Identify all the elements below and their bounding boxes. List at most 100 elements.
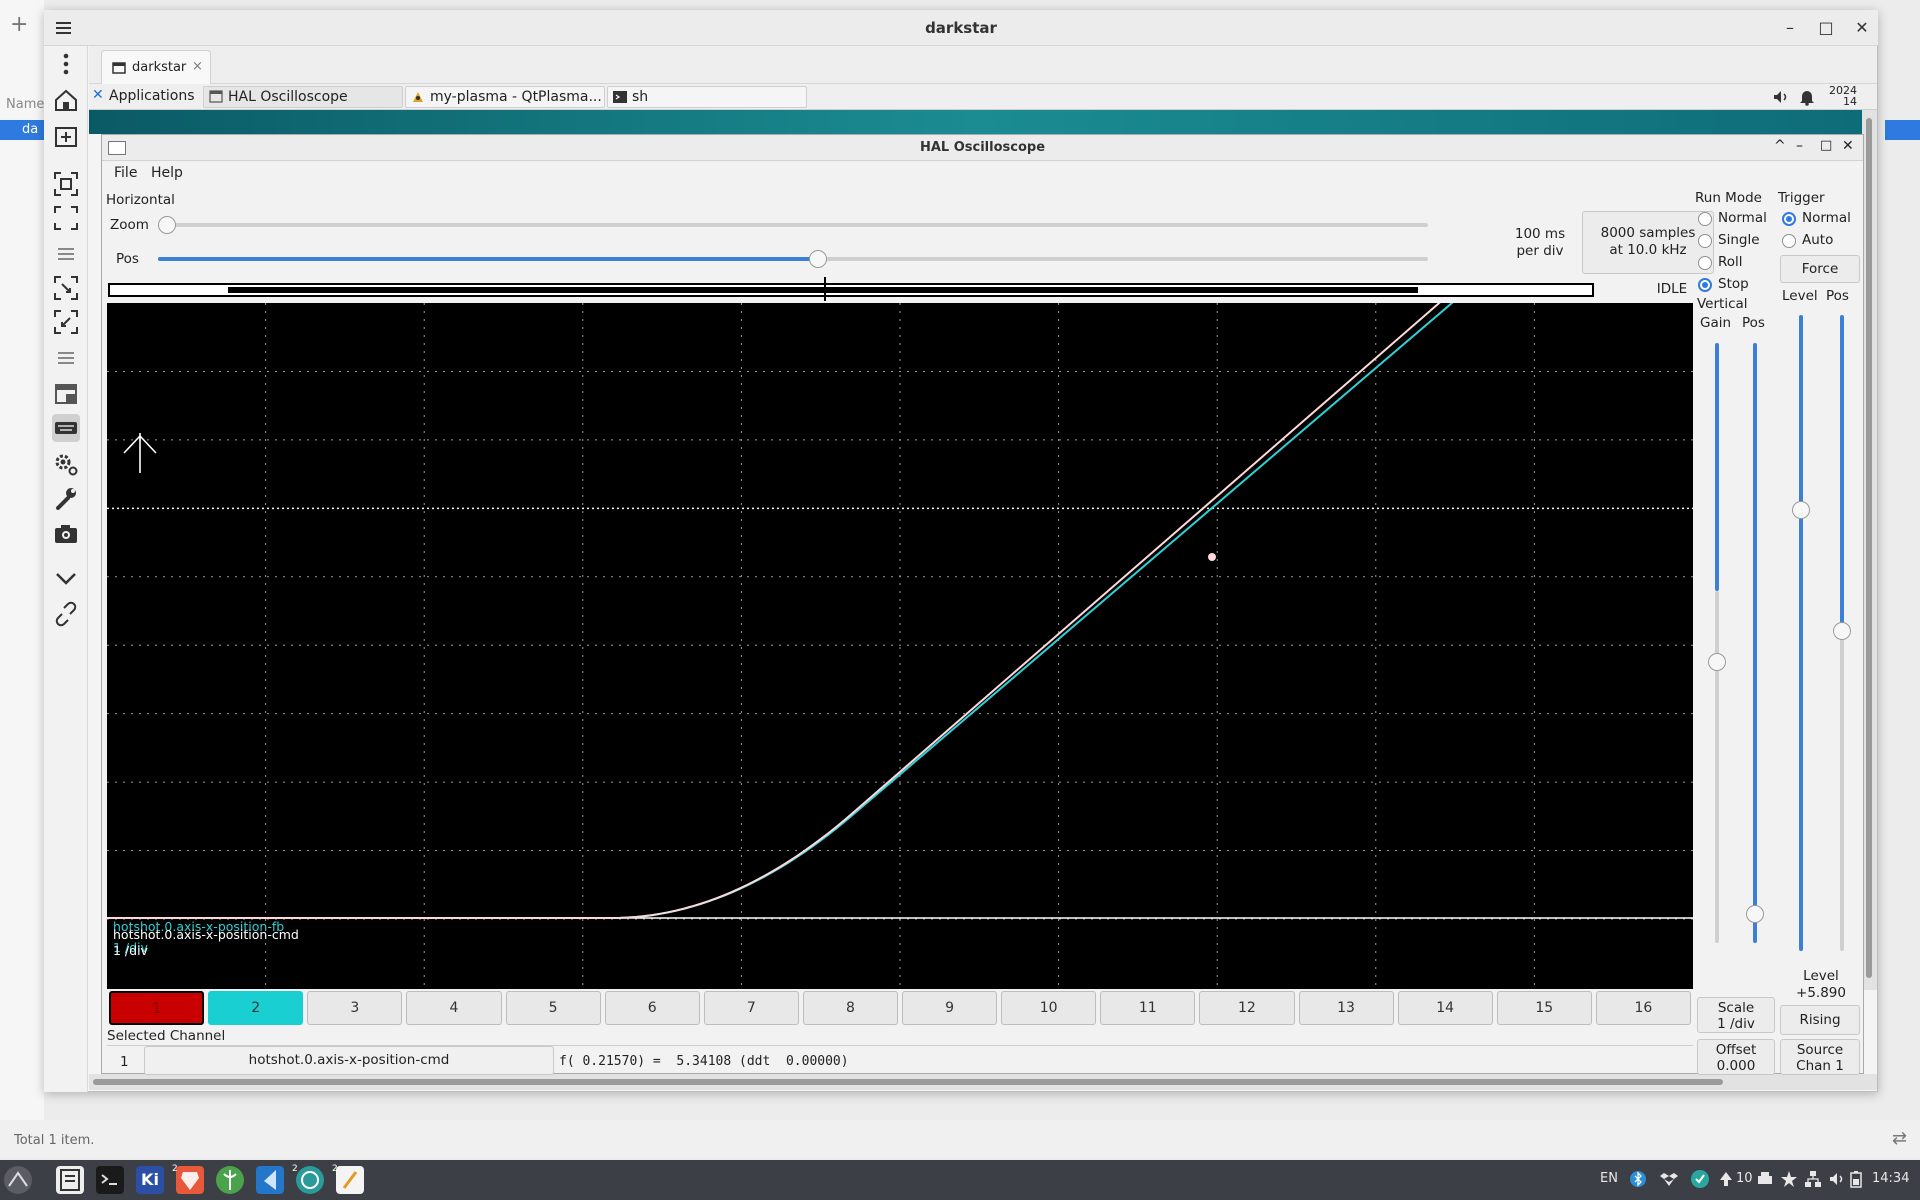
notification-bell-icon[interactable] <box>1798 88 1816 106</box>
channel-button-6[interactable]: 6 <box>604 991 700 1025</box>
runmode-normal-radio[interactable] <box>1698 212 1712 226</box>
vertical-gain-slider[interactable] <box>1715 343 1719 591</box>
text-editor-icon[interactable] <box>336 1166 364 1194</box>
volume-icon[interactable] <box>1772 88 1790 106</box>
applications-menu[interactable]: ✕ Applications <box>89 86 199 108</box>
fullscreen-icon[interactable] <box>52 204 80 232</box>
task-hal-oscilloscope[interactable]: HAL Oscilloscope <box>203 86 403 108</box>
outer-scrollbar[interactable] <box>1862 110 1877 990</box>
runmode-normal[interactable]: Normal <box>1698 210 1778 228</box>
zoom-slider[interactable] <box>158 215 1428 235</box>
home-icon[interactable] <box>52 86 80 114</box>
channel-button-5[interactable]: 5 <box>505 991 601 1025</box>
panel-clock[interactable]: 2024 14 <box>1829 85 1857 107</box>
outer-scrollbar-thumb[interactable] <box>1866 118 1872 978</box>
trigger-normal-radio[interactable] <box>1782 212 1796 226</box>
vertical-pos-slider[interactable] <box>1753 343 1757 943</box>
channel-button-3[interactable]: 3 <box>307 991 403 1025</box>
record-position-bar[interactable] <box>108 277 1594 301</box>
battery-icon[interactable] <box>1850 1170 1862 1188</box>
maximize-icon[interactable]: □ <box>1814 16 1838 40</box>
cursor-marker[interactable] <box>1208 553 1216 561</box>
vertical-pos-knob[interactable] <box>1746 905 1764 923</box>
channel-button-15[interactable]: 15 <box>1496 991 1592 1025</box>
close-icon[interactable]: ✕ <box>1850 16 1874 40</box>
vertical-offset-button[interactable]: Offset 0.000 <box>1697 1039 1775 1075</box>
trigger-level-slider[interactable] <box>1799 315 1803 951</box>
samples-button[interactable]: 8000 samples at 10.0 kHz <box>1582 211 1714 274</box>
trigger-arrow-icon[interactable] <box>123 433 157 473</box>
task-my-plasma[interactable]: my-plasma - QtPlasma... <box>405 86 605 108</box>
wrench-icon[interactable] <box>52 484 80 512</box>
vertical-gain-knob[interactable] <box>1708 653 1726 671</box>
task-sh[interactable]: sh <box>607 86 807 108</box>
scale-down-icon[interactable] <box>52 274 80 302</box>
trigger-pos-knob[interactable] <box>1833 622 1851 640</box>
dropbox-icon[interactable] <box>1660 1170 1678 1188</box>
keyboard-icon[interactable] <box>52 414 80 442</box>
pos-slider[interactable] <box>158 249 1428 269</box>
channel-button-14[interactable]: 14 <box>1397 991 1493 1025</box>
brave-browser-icon[interactable] <box>176 1166 204 1194</box>
trigger-auto[interactable]: Auto <box>1782 232 1862 250</box>
runmode-single[interactable]: Single <box>1698 232 1778 250</box>
remmina-icon[interactable] <box>296 1166 324 1194</box>
menu-lines-icon[interactable] <box>52 344 80 372</box>
bluetooth-icon[interactable] <box>1630 1170 1646 1188</box>
star-icon[interactable] <box>1780 1170 1798 1188</box>
sync-icon[interactable] <box>1690 1169 1710 1189</box>
trigger-level-knob[interactable] <box>1792 501 1810 519</box>
runmode-stop[interactable]: Stop <box>1698 276 1778 294</box>
kicad-icon[interactable]: Ki <box>136 1166 164 1194</box>
channel-button-12[interactable]: 12 <box>1199 991 1295 1025</box>
volume-icon[interactable] <box>1828 1170 1846 1188</box>
channel-button-4[interactable]: 4 <box>406 991 502 1025</box>
swap-icon[interactable]: ⇄ <box>1892 1128 1907 1149</box>
new-tab-icon[interactable]: + <box>10 12 28 37</box>
settings-gears-icon[interactable] <box>52 450 80 478</box>
more-vertical-icon[interactable] <box>52 50 80 78</box>
trigger-source-button[interactable]: Source Chan 1 <box>1780 1039 1860 1075</box>
trigger-edge-button[interactable]: Rising <box>1780 1005 1860 1035</box>
disconnect-icon[interactable] <box>52 600 80 628</box>
network-icon[interactable] <box>1804 1170 1822 1188</box>
minimize-icon[interactable]: – <box>1796 138 1803 154</box>
channel-button-13[interactable]: 13 <box>1298 991 1394 1025</box>
selected-channel-name-button[interactable]: hotshot.0.axis-x-position-cmd <box>144 1046 554 1075</box>
scope-plot[interactable] <box>107 303 1693 989</box>
start-menu-icon[interactable] <box>4 1166 32 1194</box>
outer-hscrollbar-thumb[interactable] <box>93 1079 1723 1085</box>
channel-button-7[interactable]: 7 <box>703 991 799 1025</box>
channel-button-2[interactable]: 2 <box>208 991 304 1025</box>
fit-window-icon[interactable] <box>52 170 80 198</box>
channel-button-10[interactable]: 10 <box>1001 991 1097 1025</box>
plasma-app-icon[interactable] <box>216 1166 244 1194</box>
add-window-icon[interactable] <box>52 122 80 150</box>
menu-help[interactable]: Help <box>151 165 183 181</box>
channel-button-16[interactable]: 16 <box>1595 991 1691 1025</box>
channel-button-11[interactable]: 11 <box>1100 991 1196 1025</box>
shade-icon[interactable]: ^ <box>1774 138 1786 154</box>
trigger-normal[interactable]: Normal <box>1782 210 1862 228</box>
runmode-roll-radio[interactable] <box>1698 256 1712 270</box>
pos-slider-knob[interactable] <box>809 250 828 268</box>
runmode-stop-radio[interactable] <box>1698 278 1712 292</box>
vscode-icon[interactable] <box>256 1166 284 1194</box>
zoom-slider-knob[interactable] <box>158 216 176 234</box>
file-manager-icon[interactable] <box>56 1166 84 1194</box>
runmode-roll[interactable]: Roll <box>1698 254 1778 272</box>
force-button[interactable]: Force <box>1780 255 1860 283</box>
trigger-pos-slider[interactable] <box>1840 315 1844 631</box>
tab-darkstar[interactable]: darkstar × <box>101 50 211 84</box>
terminal-icon[interactable] <box>96 1166 124 1194</box>
chevron-down-icon[interactable] <box>52 564 80 592</box>
channel-button-8[interactable]: 8 <box>802 991 898 1025</box>
maximize-icon[interactable]: □ <box>1820 138 1832 153</box>
channel-button-1[interactable]: 1 <box>109 991 205 1025</box>
runmode-single-radio[interactable] <box>1698 234 1712 248</box>
minimize-icon[interactable]: – <box>1778 16 1802 40</box>
printer-icon[interactable] <box>1756 1170 1774 1188</box>
channel-button-9[interactable]: 9 <box>902 991 998 1025</box>
vertical-scale-button[interactable]: Scale 1 /div <box>1697 997 1775 1033</box>
window-panel-icon[interactable] <box>52 380 80 408</box>
